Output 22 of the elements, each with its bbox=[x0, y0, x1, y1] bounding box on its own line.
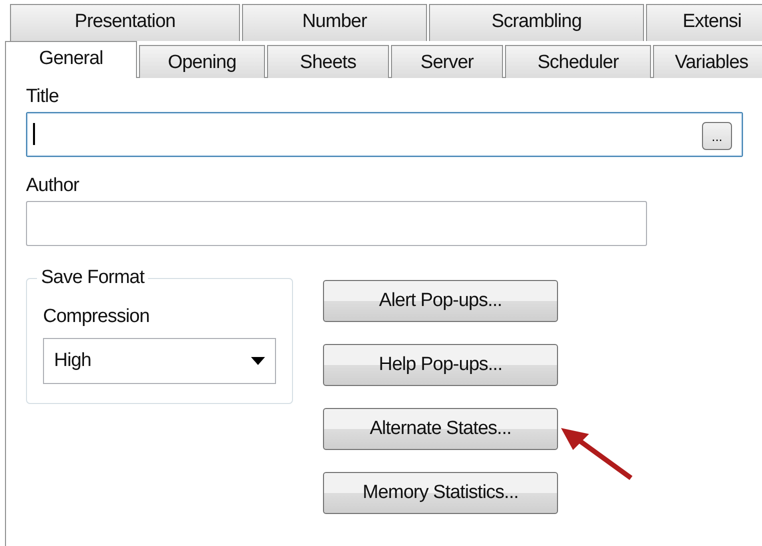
tab[interactable]: Variables bbox=[653, 45, 762, 78]
tab[interactable]: General bbox=[5, 41, 137, 78]
dialog-button[interactable]: Help Pop-ups... bbox=[323, 344, 558, 386]
browse-button[interactable]: ... bbox=[702, 122, 732, 150]
tab[interactable]: Scheduler bbox=[505, 45, 651, 78]
field-label: Compression bbox=[43, 306, 150, 329]
tab[interactable]: Sheets bbox=[267, 45, 389, 78]
field-label: Title bbox=[26, 86, 60, 109]
tab[interactable]: Extensi bbox=[646, 4, 762, 41]
author-field[interactable] bbox=[26, 201, 647, 246]
tab[interactable]: Opening bbox=[139, 45, 265, 78]
compression-dropdown[interactable]: High bbox=[43, 338, 276, 384]
dialog-button[interactable]: Alert Pop-ups... bbox=[323, 280, 558, 322]
tab[interactable]: Presentation bbox=[10, 4, 240, 41]
tab[interactable]: Scrambling bbox=[429, 4, 644, 41]
tab[interactable]: Server bbox=[391, 45, 503, 78]
dialog-button[interactable]: Memory Statistics... bbox=[323, 472, 558, 514]
dropdown-arrow-icon bbox=[251, 357, 265, 365]
field-label: Author bbox=[26, 175, 80, 198]
dialog-button[interactable]: Alternate States... bbox=[323, 408, 558, 450]
title-field[interactable]: ... bbox=[26, 112, 743, 157]
tab[interactable]: Number bbox=[242, 4, 427, 41]
